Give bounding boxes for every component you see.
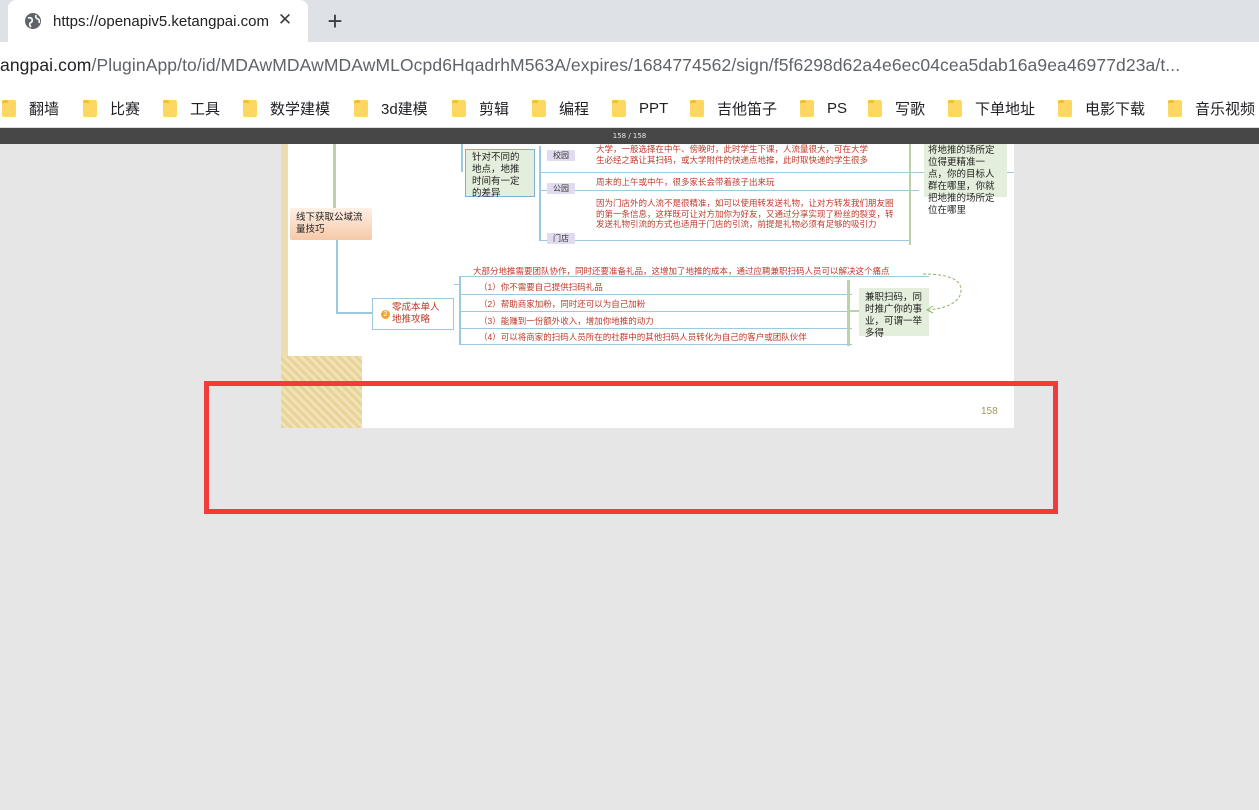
folder-icon bbox=[868, 99, 882, 117]
bookmark-label: 剪辑 bbox=[479, 100, 510, 118]
connector-line bbox=[459, 311, 852, 312]
bookmark-folder[interactable]: 电影下载 bbox=[1058, 96, 1145, 120]
new-tab-button[interactable]: + bbox=[322, 8, 348, 34]
highlight-box bbox=[204, 381, 1058, 514]
connector-line bbox=[539, 240, 911, 241]
bookmark-folder[interactable]: 下单地址 bbox=[948, 96, 1035, 120]
bookmark-folder[interactable]: 编程 bbox=[532, 96, 589, 120]
bookmark-folder[interactable]: PS bbox=[800, 96, 847, 120]
connector-line bbox=[459, 344, 852, 345]
connector-line bbox=[849, 310, 859, 312]
team-text: 大部分地推需要团队协作，同时还要准备礼品，这增加了地推的成本，通过应聘兼职扫码人… bbox=[473, 266, 890, 276]
connector-line bbox=[539, 146, 541, 240]
browser-tab[interactable]: https://openapiv5.ketangpai.com ✕ bbox=[8, 0, 308, 42]
bookmark-folder[interactable]: 剪辑 bbox=[452, 96, 509, 120]
mindmap-diff-node: 针对不同的地点，地推时间有一定的差异 bbox=[465, 149, 535, 199]
node-number-badge: 2 bbox=[381, 310, 390, 319]
connector-line bbox=[461, 144, 463, 172]
tab-title: https://openapiv5.ketangpai.com bbox=[53, 12, 269, 30]
right-note: 将地推的场所定位得更精准一点，你的目标人群在哪里，你就把地推的场所定位在哪里 bbox=[924, 144, 1007, 216]
folder-icon bbox=[612, 99, 626, 117]
bookmark-folder[interactable]: 翻墙 bbox=[2, 96, 59, 120]
tag-park: 公园 bbox=[547, 183, 575, 194]
folder-icon bbox=[800, 99, 814, 117]
bookmark-label: 3d建模 bbox=[381, 100, 428, 118]
folder-icon bbox=[532, 99, 546, 117]
tag-store: 门店 bbox=[547, 233, 575, 244]
mindmap-root-node: 线下获取公域流量技巧 bbox=[290, 208, 372, 240]
globe-icon bbox=[24, 12, 42, 30]
bookmark-label: 工具 bbox=[190, 100, 221, 118]
address-bar[interactable]: angpai.com/PluginApp/to/id/MDAwMDAwMDAwM… bbox=[0, 42, 1259, 88]
connector-line bbox=[459, 328, 852, 329]
list-item: （3）能赚到一份额外收入，增加你地推的动力 bbox=[479, 316, 654, 326]
scan-note: 兼职扫码，同时推广你的事业，可谓一举多得 bbox=[859, 288, 929, 339]
bookmark-folder[interactable]: PPT bbox=[612, 96, 668, 120]
page-indicator: 158 / 158 bbox=[0, 128, 1259, 144]
bookmark-label: 写歌 bbox=[895, 100, 926, 118]
bookmark-folder[interactable]: 吉他笛子 bbox=[690, 96, 777, 120]
bookmarks-bar: 翻墙 比赛 工具 数学建模 3d建模 剪辑 编程 PPT 吉他笛子 PS 写歌 … bbox=[0, 88, 1259, 128]
connector-line bbox=[333, 144, 336, 208]
folder-icon bbox=[163, 99, 177, 117]
connector-line bbox=[539, 190, 919, 191]
folder-icon bbox=[83, 99, 97, 117]
connector-line bbox=[336, 312, 372, 314]
bracket-line bbox=[909, 144, 911, 245]
bookmark-label: PS bbox=[827, 99, 848, 117]
bookmark-folder[interactable]: 音乐视频 bbox=[1168, 96, 1255, 120]
tag-campus: 校园 bbox=[547, 150, 575, 161]
folder-icon bbox=[1058, 99, 1072, 117]
bookmark-folder[interactable]: 写歌 bbox=[868, 96, 925, 120]
list-item: （2）帮助商家加粉，同时还可以为自己加粉 bbox=[479, 299, 646, 309]
zero-cost-label: 零成本单人地推攻略 bbox=[392, 302, 440, 325]
url-path: /PluginApp/to/id/MDAwMDAwMDAwMLOcpd6Hqad… bbox=[91, 55, 1181, 75]
close-icon[interactable]: ✕ bbox=[276, 10, 294, 29]
bookmark-folder[interactable]: 比赛 bbox=[83, 96, 140, 120]
bookmark-label: 下单地址 bbox=[975, 100, 1036, 118]
bookmark-label: 比赛 bbox=[110, 100, 141, 118]
bookmark-folder[interactable]: 3d建模 bbox=[354, 96, 428, 120]
page-side-strip bbox=[281, 144, 288, 356]
bookmark-label: 编程 bbox=[559, 100, 590, 118]
park-text: 周末的上午或中午，很多家长会带着孩子出来玩 bbox=[596, 177, 775, 187]
dashed-arrow-icon bbox=[922, 273, 962, 314]
folder-icon bbox=[452, 99, 466, 117]
connector-line bbox=[459, 276, 461, 344]
connector-line bbox=[336, 240, 338, 312]
folder-icon bbox=[1168, 99, 1182, 117]
bookmark-label: 电影下载 bbox=[1085, 100, 1146, 118]
mindmap-zero-cost-node: 2 零成本单人地推攻略 bbox=[372, 298, 454, 330]
folder-icon bbox=[243, 99, 257, 117]
bookmark-label: 音乐视频 bbox=[1195, 100, 1256, 118]
folder-icon bbox=[690, 99, 704, 117]
campus-text: 大学，一般选择在中午、傍晚时，此时学生下课，人流量很大，可在大学生必经之路让其扫… bbox=[596, 144, 869, 165]
bookmark-label: 数学建模 bbox=[270, 100, 331, 118]
bookmark-label: 翻墙 bbox=[29, 100, 60, 118]
url-text[interactable]: angpai.com/PluginApp/to/id/MDAwMDAwMDAwM… bbox=[0, 55, 1180, 76]
list-item: （1）你不需要自己提供扫码礼品 bbox=[479, 282, 603, 292]
connector-line bbox=[459, 294, 852, 295]
folder-icon bbox=[2, 99, 16, 117]
tab-strip: https://openapiv5.ketangpai.com ✕ + bbox=[0, 0, 1259, 42]
bookmark-folder[interactable]: 工具 bbox=[163, 96, 220, 120]
url-host: angpai.com bbox=[0, 55, 92, 75]
bookmark-label: 吉他笛子 bbox=[717, 100, 778, 118]
bookmark-label: PPT bbox=[639, 99, 669, 117]
folder-icon bbox=[948, 99, 962, 117]
store-text: 因为门店外的人流不是很精准，如可以使用转发送礼物，让对方转发我们朋友圈的第一条信… bbox=[596, 198, 894, 229]
folder-icon bbox=[354, 99, 368, 117]
bookmark-folder[interactable]: 数学建模 bbox=[243, 96, 330, 120]
list-item: （4）可以将商家的扫码人员所在的社群中的其他扫码人员转化为自己的客户或团队伙伴 bbox=[479, 332, 807, 342]
